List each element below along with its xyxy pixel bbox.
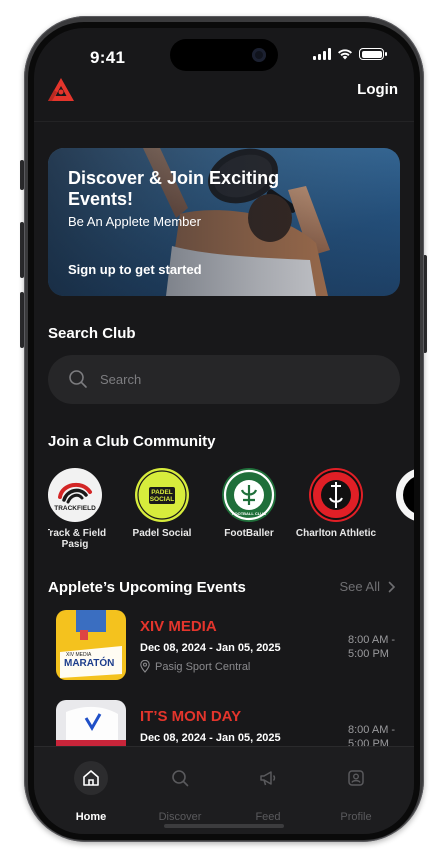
search-icon <box>69 370 87 388</box>
promo-banner[interactable]: Discover & Join Exciting Events! Be An A… <box>48 148 400 296</box>
footballer-logo-icon: FOOTBALL CLUB <box>222 468 276 522</box>
nav-profile[interactable]: Profile <box>321 747 391 823</box>
header-divider <box>34 121 414 122</box>
event-title: XIV MEDIA <box>140 618 217 635</box>
padel-social-logo-icon: PADEL SOCIAL <box>135 468 189 522</box>
club-name: FootBaller <box>224 528 274 539</box>
applete-logo-icon[interactable] <box>46 76 76 104</box>
nav-home[interactable]: Home <box>56 747 126 823</box>
search-bar[interactable] <box>48 355 400 404</box>
svg-text:TRACKFIELD: TRACKFIELD <box>54 505 96 512</box>
svg-text:PADEL: PADEL <box>151 489 173 496</box>
home-indicator <box>164 824 284 828</box>
club-item-v[interactable]: V <box>380 468 414 539</box>
status-time: 9:41 <box>90 48 126 67</box>
dynamic-island <box>170 39 278 71</box>
event-dates: Dec 08, 2024 - Jan 05, 2025 <box>140 642 281 654</box>
search-section-title: Search Club <box>48 325 136 342</box>
svg-text:FOOTBALL CLUB: FOOTBALL CLUB <box>232 511 266 516</box>
nav-feed[interactable]: Feed <box>233 747 303 823</box>
login-button[interactable]: Login <box>357 81 398 98</box>
event-time-start: 8:00 AM - <box>348 724 396 736</box>
event-venue-label: Pasig Sport Central <box>155 660 251 673</box>
status-icons <box>313 48 387 60</box>
chevron-right-icon <box>388 581 396 592</box>
track-field-logo-icon: TRACKFIELD <box>48 468 102 522</box>
wifi-icon <box>338 49 352 60</box>
battery-icon <box>359 48 387 60</box>
club-name: Padel Social <box>132 528 192 539</box>
club-name: Track & Field Pasig <box>48 528 107 550</box>
club-name: Charlton Athletic <box>295 528 377 539</box>
event-title: IT’S MON DAY <box>140 708 242 725</box>
profile-icon <box>339 761 373 795</box>
event-time-start: 8:00 AM - <box>348 634 396 646</box>
event-time-end: 5:00 PM <box>348 648 389 660</box>
event-thumbnail: XIV MEDIA MARATÓN <box>56 610 126 680</box>
club-item-charlton-athletic[interactable]: Charlton Athletic <box>293 468 379 539</box>
nav-discover-label: Discover <box>158 811 202 823</box>
nav-feed-label: Feed <box>255 811 281 823</box>
clubs-section-title: Join a Club Community <box>48 433 216 450</box>
club-logo-icon <box>396 468 414 522</box>
event-dates: Dec 08, 2024 - Jan 05, 2025 <box>140 732 281 744</box>
see-all-link[interactable]: See All <box>340 579 396 594</box>
see-all-label: See All <box>339 579 380 594</box>
signal-icon <box>313 48 331 60</box>
app-screen: 9:41 Login Discover & Join Exciting Even… <box>34 28 414 834</box>
location-pin-icon <box>140 660 150 673</box>
club-name: V <box>380 528 414 539</box>
club-item-footballer[interactable]: FOOTBALL CLUB FootBaller <box>206 468 292 539</box>
camera-icon <box>252 48 266 62</box>
nav-discover[interactable]: Discover <box>145 747 215 823</box>
nav-home-label: Home <box>75 811 107 823</box>
event-venue: Pasig Sport Central <box>140 660 250 673</box>
svg-text:MARATÓN: MARATÓN <box>64 656 114 669</box>
search-icon <box>163 761 197 795</box>
banner-subtitle: Be An Applete Member <box>68 214 201 229</box>
events-section-title: Applete’s Upcoming Events <box>48 579 246 596</box>
event-time: 8:00 AM - 5:00 PM <box>348 633 396 661</box>
club-item-padel-social[interactable]: PADEL SOCIAL Padel Social <box>119 468 205 539</box>
bottom-navigation: Home Discover Feed Profile <box>34 746 414 834</box>
home-icon <box>74 761 108 795</box>
banner-title: Discover & Join Exciting Events! <box>68 168 280 209</box>
club-carousel[interactable]: TRACKFIELD Track & Field Pasig PADEL SOC… <box>48 468 414 558</box>
megaphone-icon <box>251 761 285 795</box>
charlton-athletic-logo-icon <box>309 468 363 522</box>
club-item-track-field[interactable]: TRACKFIELD Track & Field Pasig <box>48 468 118 550</box>
event-card[interactable]: XIV MEDIA MARATÓN XIV MEDIA Dec 08, 2024… <box>56 610 396 682</box>
nav-profile-label: Profile <box>340 811 372 823</box>
signup-link[interactable]: Sign up to get started <box>68 262 202 277</box>
svg-text:SOCIAL: SOCIAL <box>150 496 175 503</box>
search-input[interactable] <box>100 367 380 391</box>
